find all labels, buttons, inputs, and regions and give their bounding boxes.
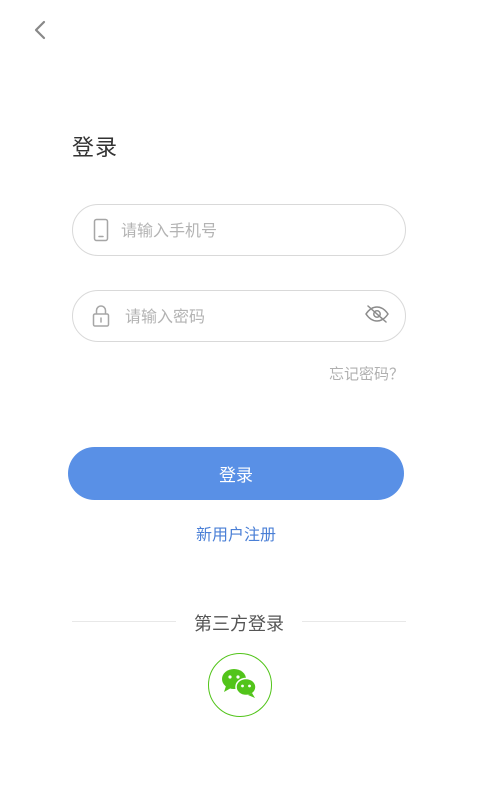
phone-input[interactable] xyxy=(121,210,405,250)
password-input[interactable] xyxy=(125,296,363,336)
login-button[interactable]: 登录 xyxy=(68,447,404,500)
third-party-login-label: 第三方登录 xyxy=(194,614,284,635)
divider-left xyxy=(72,621,176,622)
password-visibility-toggle[interactable] xyxy=(363,304,391,328)
wechat-icon xyxy=(220,666,260,704)
password-field[interactable] xyxy=(72,290,406,342)
phone-field[interactable] xyxy=(72,204,406,256)
eye-off-icon xyxy=(364,304,390,328)
forgot-password-link[interactable]: 忘记密码？ xyxy=(329,363,404,384)
divider-right xyxy=(302,621,406,622)
back-button[interactable] xyxy=(26,18,54,46)
phone-icon xyxy=(91,218,111,242)
wechat-login-button[interactable] xyxy=(208,653,272,717)
chevron-left-icon xyxy=(33,19,47,45)
page-title: 登录 xyxy=(72,136,119,161)
register-link[interactable]: 新用户注册 xyxy=(0,521,472,545)
lock-icon xyxy=(91,304,111,328)
